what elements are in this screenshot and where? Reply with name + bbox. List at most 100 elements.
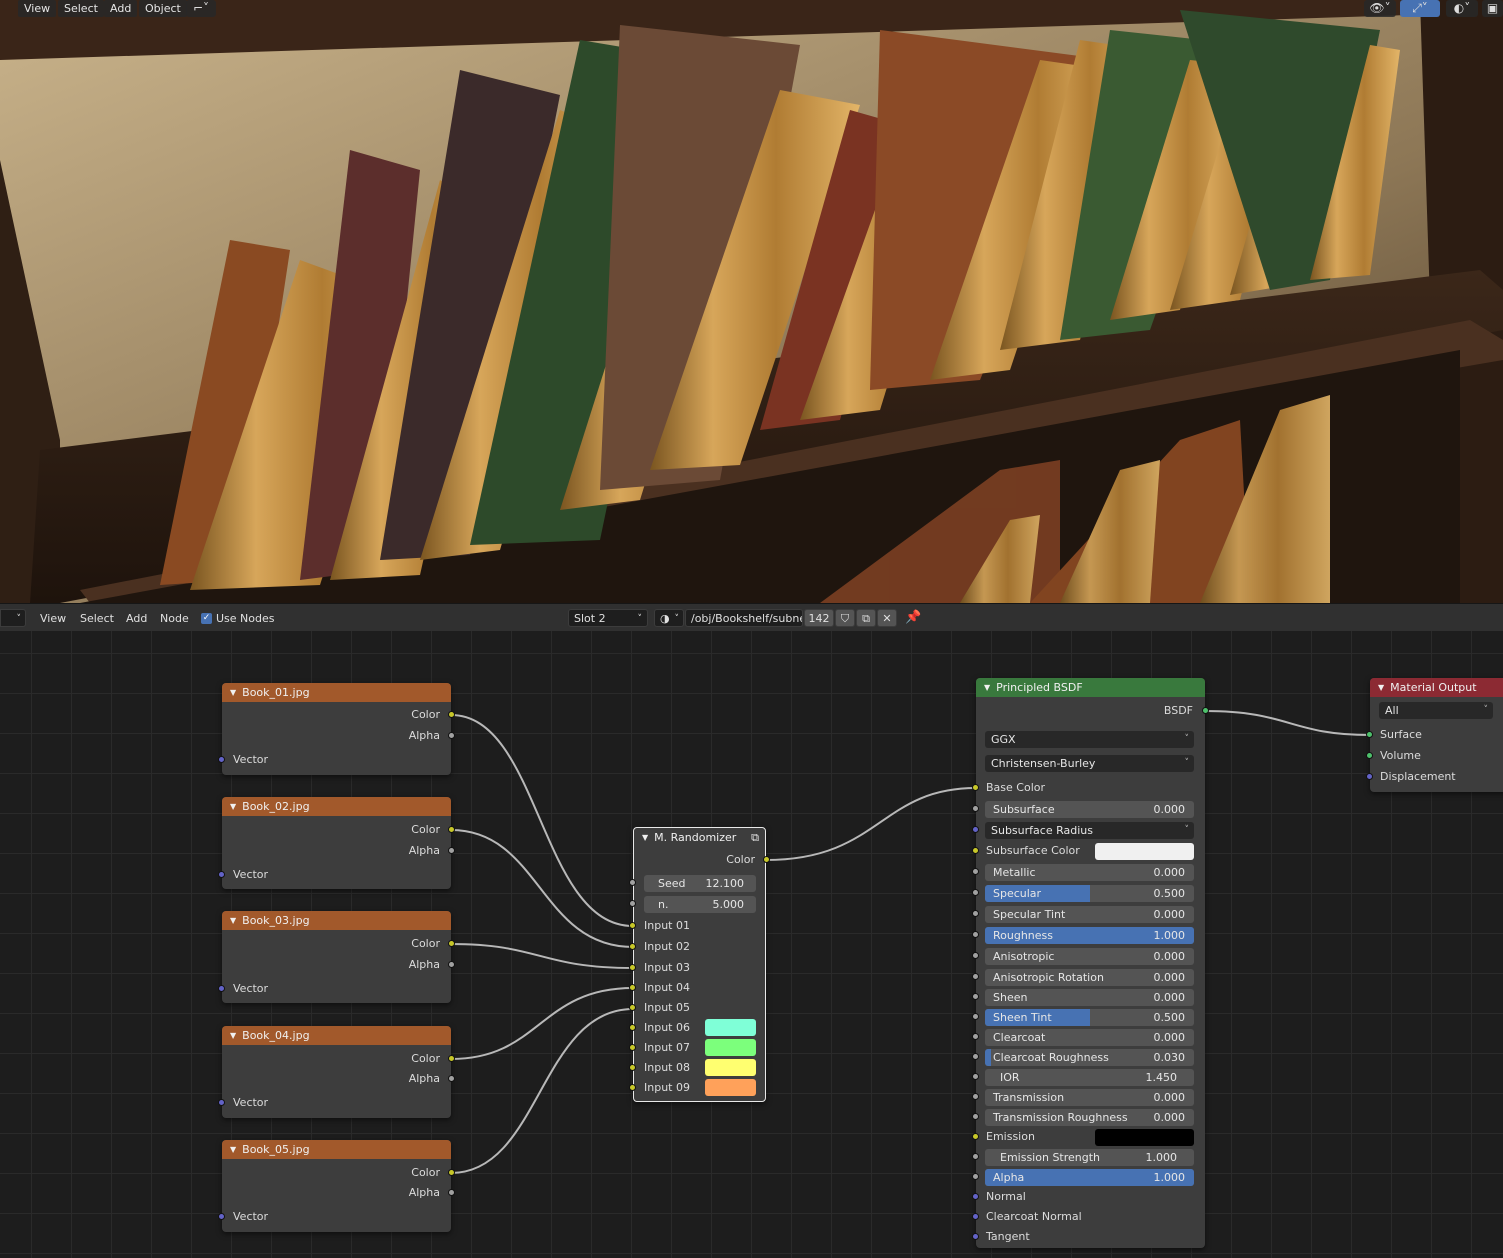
- anisotropic-slider[interactable]: Anisotropic 0.000: [985, 948, 1194, 965]
- subsurface-method-dropdown[interactable]: Christensen-Burley ˅: [985, 755, 1194, 772]
- input-socket[interactable]: [972, 1053, 979, 1060]
- node-header[interactable]: ▼ Principled BSDF: [976, 678, 1205, 697]
- input-socket[interactable]: [972, 784, 979, 791]
- input-socket[interactable]: [972, 868, 979, 875]
- input-socket[interactable]: [972, 973, 979, 980]
- input-socket[interactable]: [629, 1084, 636, 1091]
- clearcoat-roughness-slider[interactable]: Clearcoat Roughness 0.030: [985, 1049, 1194, 1066]
- node-menu-view[interactable]: View: [40, 611, 66, 627]
- collapse-icon[interactable]: ▼: [984, 678, 990, 697]
- output-socket[interactable]: [448, 826, 455, 833]
- material-output-node[interactable]: ▼ Material Output All ˅ Surface Volume Dis…: [1366, 678, 1503, 792]
- input-07-color-swatch[interactable]: [705, 1039, 756, 1056]
- material-browse-button[interactable]: ◑ ˅: [654, 609, 684, 627]
- seed-field[interactable]: Seed 12.100: [644, 875, 756, 892]
- emission-strength-field[interactable]: Emission Strength 1.000: [985, 1149, 1194, 1166]
- output-socket[interactable]: [448, 847, 455, 854]
- input-socket[interactable]: [972, 1073, 979, 1080]
- sheen-tint-slider[interactable]: Sheen Tint 0.500: [985, 1009, 1194, 1026]
- input-socket[interactable]: [972, 910, 979, 917]
- input-socket[interactable]: [972, 993, 979, 1000]
- user-count-button[interactable]: 142: [804, 609, 834, 627]
- collapse-icon[interactable]: ▼: [230, 797, 236, 816]
- output-socket[interactable]: [448, 1189, 455, 1196]
- pin-icon[interactable]: 📌: [905, 610, 921, 626]
- subsurface-radius-dropdown[interactable]: Subsurface Radius ˅: [985, 822, 1194, 839]
- output-socket[interactable]: [448, 1169, 455, 1176]
- input-socket[interactable]: [972, 1013, 979, 1020]
- input-socket[interactable]: [972, 1133, 979, 1140]
- input-socket[interactable]: [629, 1004, 636, 1011]
- viewport-menu-view[interactable]: View: [18, 0, 57, 17]
- randomizer-group-node[interactable]: ▼ M. Randomizer ⧉ Color Seed 12.100 n. 5.000…: [629, 827, 770, 1102]
- alpha-slider[interactable]: Alpha 1.000: [985, 1169, 1194, 1186]
- input-socket[interactable]: [218, 871, 225, 878]
- viewport-menu-object[interactable]: Object: [139, 0, 187, 17]
- input-socket[interactable]: [629, 984, 636, 991]
- input-socket[interactable]: [972, 1033, 979, 1040]
- node-group-icon[interactable]: ⧉: [751, 828, 759, 847]
- xray-icon[interactable]: ▣: [1482, 0, 1503, 17]
- input-06-color-swatch[interactable]: [705, 1019, 756, 1036]
- input-socket[interactable]: [972, 805, 979, 812]
- node-menu-select[interactable]: Select: [80, 611, 114, 627]
- image-texture-node[interactable]: ▼ Book_03.jpg Color Alpha Vector: [218, 911, 455, 1003]
- material-name-field[interactable]: /obj/Bookshelf/subne...: [685, 609, 803, 627]
- transmission-roughness-slider[interactable]: Transmission Roughness 0.000: [985, 1109, 1194, 1126]
- collapse-icon[interactable]: ▼: [230, 1140, 236, 1159]
- input-socket[interactable]: [629, 922, 636, 929]
- output-socket[interactable]: [448, 732, 455, 739]
- input-socket[interactable]: [629, 1064, 636, 1071]
- input-socket[interactable]: [972, 1193, 979, 1200]
- collapse-icon[interactable]: ▼: [230, 683, 236, 702]
- gizmo-icon[interactable]: ⤢˅: [1400, 0, 1440, 17]
- output-socket[interactable]: [448, 711, 455, 718]
- unlink-icon[interactable]: ✕: [877, 609, 897, 627]
- image-texture-node[interactable]: ▼ Book_01.jpg Color Alpha Vector: [218, 683, 455, 775]
- distribution-dropdown[interactable]: GGX ˅: [985, 731, 1194, 748]
- node-header[interactable]: ▼ Book_01.jpg: [222, 683, 451, 702]
- node-header[interactable]: ▼ Book_03.jpg: [222, 911, 451, 930]
- node-menu-node[interactable]: Node: [160, 611, 189, 627]
- editor-type-dropdown[interactable]: ˅: [0, 609, 26, 627]
- input-socket[interactable]: [1366, 773, 1373, 780]
- input-socket[interactable]: [972, 847, 979, 854]
- output-socket[interactable]: [763, 856, 770, 863]
- node-header[interactable]: ▼ Material Output: [1370, 678, 1503, 697]
- collapse-icon[interactable]: ▼: [642, 828, 648, 847]
- output-socket[interactable]: [448, 1055, 455, 1062]
- input-09-color-swatch[interactable]: [705, 1079, 756, 1096]
- roughness-slider[interactable]: Roughness 1.000: [985, 927, 1194, 944]
- output-socket[interactable]: [1202, 707, 1209, 714]
- input-socket[interactable]: [972, 1233, 979, 1240]
- subsurface-slider[interactable]: Subsurface 0.000: [985, 801, 1194, 818]
- input-socket[interactable]: [218, 1213, 225, 1220]
- slot-dropdown[interactable]: Slot 2 ˅: [568, 609, 648, 627]
- output-target-dropdown[interactable]: All ˅: [1379, 702, 1493, 719]
- 3d-viewport[interactable]: View Select Add Object ⌐˅ 👁˅ ⤢˅ ◐˅ ▣: [0, 0, 1503, 603]
- input-08-color-swatch[interactable]: [705, 1059, 756, 1076]
- duplicate-icon[interactable]: ⧉: [856, 609, 876, 627]
- output-socket[interactable]: [448, 961, 455, 968]
- collapse-icon[interactable]: ▼: [230, 911, 236, 930]
- emission-color-swatch[interactable]: [1095, 1129, 1194, 1146]
- metallic-slider[interactable]: Metallic 0.000: [985, 864, 1194, 881]
- viewport-menu-select[interactable]: Select: [58, 0, 104, 17]
- input-socket[interactable]: [218, 1099, 225, 1106]
- node-menu-add[interactable]: Add: [126, 611, 147, 627]
- input-socket[interactable]: [629, 943, 636, 950]
- transform-orientation-icon[interactable]: ⌐˅: [186, 0, 216, 17]
- input-socket[interactable]: [972, 1213, 979, 1220]
- input-socket[interactable]: [629, 1024, 636, 1031]
- input-socket[interactable]: [972, 1093, 979, 1100]
- visibility-icon[interactable]: 👁˅: [1364, 0, 1396, 17]
- node-header[interactable]: ▼ Book_04.jpg: [222, 1026, 451, 1045]
- input-socket[interactable]: [629, 900, 636, 907]
- collapse-icon[interactable]: ▼: [230, 1026, 236, 1045]
- input-socket[interactable]: [629, 879, 636, 886]
- clearcoat-slider[interactable]: Clearcoat 0.000: [985, 1029, 1194, 1046]
- input-socket[interactable]: [972, 931, 979, 938]
- input-socket[interactable]: [1366, 731, 1373, 738]
- transmission-slider[interactable]: Transmission 0.000: [985, 1089, 1194, 1106]
- subsurface-color-swatch[interactable]: [1095, 843, 1194, 860]
